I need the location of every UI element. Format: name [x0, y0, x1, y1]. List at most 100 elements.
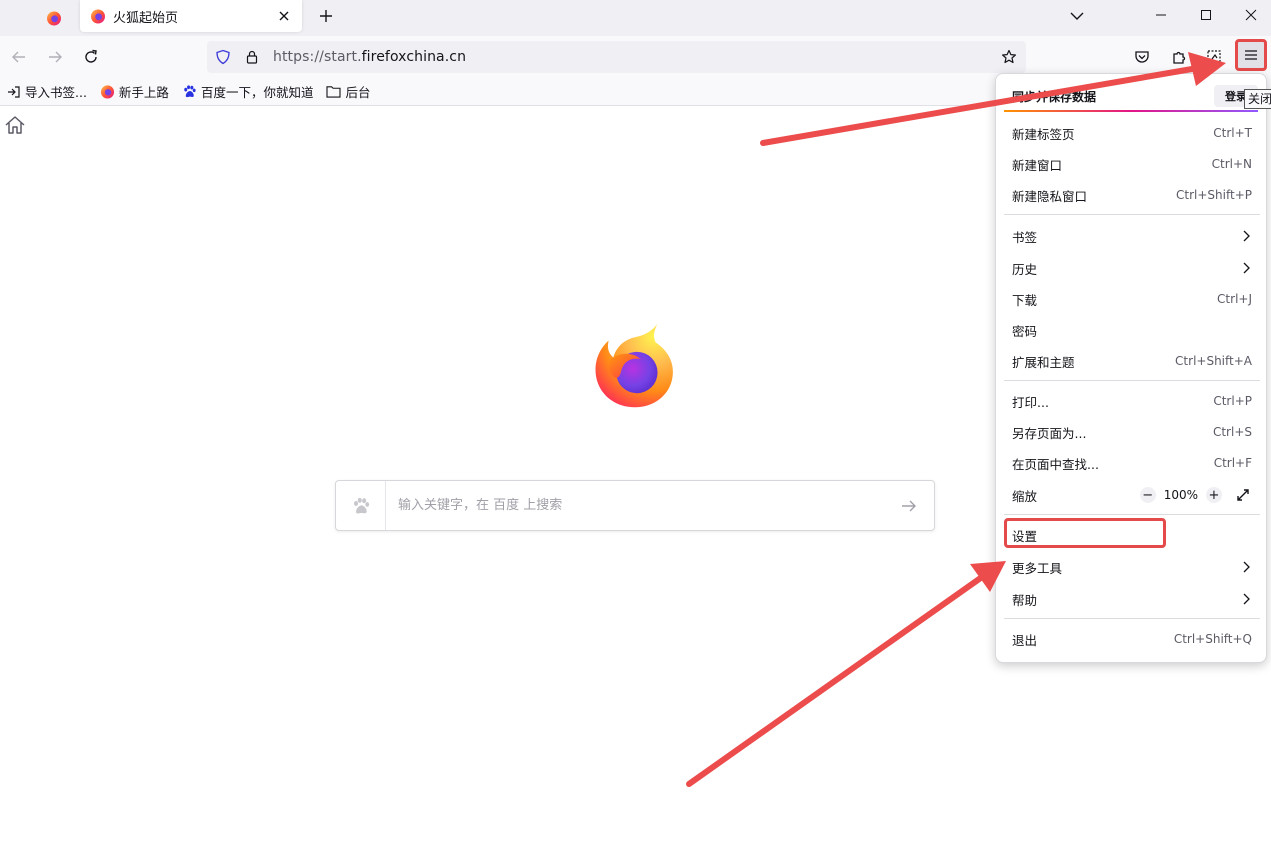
- minimize-icon: [1156, 14, 1166, 16]
- menu-label: 更多工具: [1012, 560, 1063, 576]
- menu-shortcut: Ctrl+Shift+A: [1175, 354, 1252, 368]
- menu-label: 打印...: [1012, 394, 1049, 410]
- forward-arrow-icon: [49, 51, 62, 63]
- pocket-icon: [1135, 51, 1149, 63]
- menu-tooltip: 关闭: [1244, 89, 1271, 109]
- chevron-right-icon: [1243, 593, 1250, 605]
- list-all-tabs-button[interactable]: [1063, 2, 1091, 30]
- menu-shortcut: Ctrl+P: [1213, 394, 1252, 408]
- menu-downloads[interactable]: 下载 Ctrl+J: [1002, 285, 1262, 313]
- firefox-icon: [100, 84, 115, 99]
- reload-icon: [85, 49, 97, 63]
- menu-shortcut: Ctrl+N: [1211, 157, 1252, 171]
- menu-new-tab[interactable]: 新建标签页 Ctrl+T: [1002, 119, 1262, 147]
- bookmark-label: 新手上路: [118, 85, 169, 100]
- shield-icon[interactable]: [215, 49, 231, 65]
- firefox-icon: [91, 9, 105, 24]
- zoom-controls: − 100% +: [1134, 486, 1252, 504]
- sync-text: 同步并保存数据: [1012, 90, 1097, 104]
- extensions-button[interactable]: [1164, 42, 1194, 72]
- menu-label: 书签: [1012, 229, 1038, 245]
- lock-icon[interactable]: [245, 50, 259, 64]
- screenshot-button[interactable]: [1199, 42, 1229, 72]
- menu-label: 扩展和主题: [1012, 354, 1075, 370]
- navigation-toolbar: https://start.firefoxchina.cn: [0, 36, 1271, 78]
- menu-shortcut: Ctrl+Shift+P: [1176, 188, 1252, 202]
- arrow-to-settings: [686, 561, 1006, 787]
- open-menu-button[interactable]: [1235, 39, 1267, 71]
- plus-icon: [320, 10, 332, 22]
- tab-strip: 火狐起始页: [0, 0, 1271, 36]
- menu-shortcut: Ctrl+J: [1217, 292, 1252, 306]
- tab-active[interactable]: 火狐起始页: [80, 0, 302, 32]
- menu-print[interactable]: 打印... Ctrl+P: [1002, 387, 1262, 415]
- menu-save-page[interactable]: 另存页面为... Ctrl+S: [1002, 418, 1262, 446]
- menu-settings[interactable]: 设置: [1002, 521, 1262, 549]
- bookmark-folder-backend[interactable]: 后台: [326, 82, 370, 101]
- menu-help[interactable]: 帮助: [1002, 585, 1262, 613]
- menu-addons-themes[interactable]: 扩展和主题 Ctrl+Shift+A: [1002, 347, 1262, 375]
- menu-bookmarks[interactable]: 书签: [1002, 222, 1262, 250]
- arrow-right-icon: [902, 500, 916, 511]
- menu-history[interactable]: 历史: [1002, 254, 1262, 282]
- home-icon[interactable]: [4, 114, 26, 136]
- menu-label: 下载: [1012, 292, 1038, 308]
- maximize-button[interactable]: [1183, 0, 1229, 30]
- menu-shortcut: Ctrl+F: [1213, 456, 1252, 470]
- bookmark-baidu[interactable]: 百度一下，你就知道: [182, 82, 313, 101]
- menu-separator: [1004, 514, 1260, 515]
- menu-more-tools[interactable]: 更多工具: [1002, 553, 1262, 581]
- bookmark-import[interactable]: 导入书签...: [7, 82, 87, 101]
- menu-label: 帮助: [1012, 592, 1038, 608]
- menu-new-private-window[interactable]: 新建隐私窗口 Ctrl+Shift+P: [1002, 181, 1262, 209]
- chevron-down-icon: [1070, 12, 1084, 20]
- sync-row[interactable]: 同步并保存数据 登录: [1004, 82, 1258, 112]
- zoom-in-button[interactable]: +: [1206, 487, 1222, 503]
- menu-zoom: 缩放 − 100% +: [1002, 481, 1262, 509]
- pinned-tab[interactable]: [30, 2, 78, 34]
- menu-label: 历史: [1012, 261, 1038, 277]
- back-arrow-icon: [12, 51, 25, 63]
- chevron-right-icon: [1243, 230, 1250, 242]
- chevron-right-icon: [1243, 262, 1250, 274]
- menu-exit[interactable]: 退出 Ctrl+Shift+Q: [1002, 625, 1262, 653]
- folder-icon: [326, 85, 342, 98]
- menu-label: 另存页面为...: [1012, 425, 1087, 441]
- menu-find-in-page[interactable]: 在页面中查找... Ctrl+F: [1002, 449, 1262, 477]
- zoom-out-button[interactable]: −: [1139, 487, 1156, 503]
- bookmark-star-button[interactable]: [998, 46, 1020, 68]
- menu-label: 设置: [1012, 528, 1038, 544]
- close-window-button[interactable]: [1228, 0, 1271, 30]
- close-tab-icon[interactable]: [274, 6, 294, 26]
- menu-label: 密码: [1012, 323, 1038, 339]
- reload-button[interactable]: [76, 42, 106, 72]
- search-engine-button[interactable]: [336, 481, 386, 530]
- firefox-logo: [588, 318, 682, 412]
- baidu-paw-icon: [182, 84, 197, 99]
- close-icon: [1245, 9, 1257, 21]
- puzzle-icon: [1173, 51, 1186, 64]
- url-bar[interactable]: https://start.firefoxchina.cn: [207, 41, 1026, 73]
- url-text[interactable]: https://start.firefoxchina.cn: [273, 49, 466, 65]
- zoom-reset-button[interactable]: 100%: [1164, 488, 1198, 502]
- forward-button[interactable]: [40, 42, 70, 72]
- bookmark-getting-started[interactable]: 新手上路: [100, 82, 169, 101]
- new-tab-button[interactable]: [312, 2, 340, 30]
- menu-passwords[interactable]: 密码: [1002, 316, 1262, 344]
- pocket-button[interactable]: [1127, 42, 1157, 72]
- star-icon: [1002, 49, 1016, 64]
- minimize-button[interactable]: [1138, 0, 1184, 30]
- tab-title: 火狐起始页: [113, 10, 179, 26]
- app-menu-panel: 同步并保存数据 登录 新建标签页 Ctrl+T 新建窗口 Ctrl+N 新建隐私窗口…: [995, 73, 1267, 663]
- menu-label: 在页面中查找...: [1012, 456, 1099, 472]
- menu-separator: [1004, 214, 1260, 215]
- back-button[interactable]: [4, 42, 34, 72]
- search-input[interactable]: [386, 481, 884, 530]
- menu-separator: [1004, 618, 1260, 619]
- menu-new-window[interactable]: 新建窗口 Ctrl+N: [1002, 150, 1262, 178]
- search-box: [335, 480, 935, 531]
- menu-label: 新建窗口: [1012, 157, 1063, 173]
- menu-label: 新建隐私窗口: [1012, 188, 1088, 204]
- search-submit-button[interactable]: [884, 481, 934, 530]
- fullscreen-button[interactable]: [1234, 486, 1252, 504]
